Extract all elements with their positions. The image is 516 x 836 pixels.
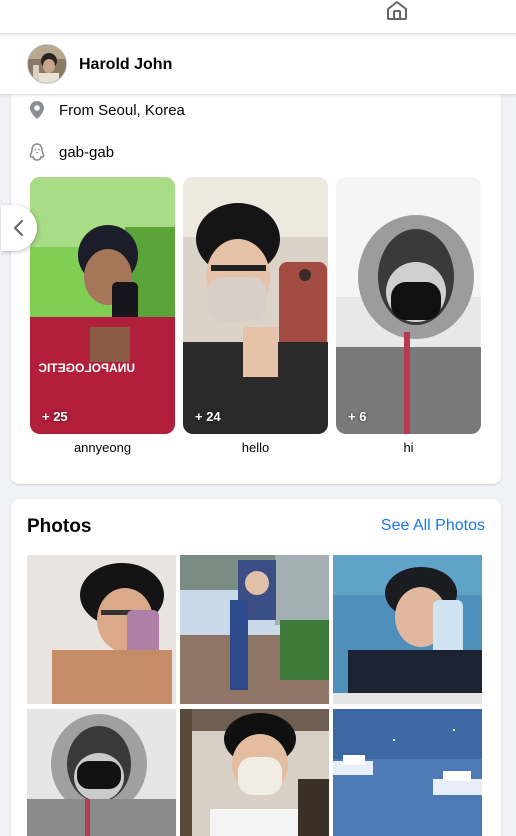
profile-header: Harold John xyxy=(0,36,516,95)
chevron-left-icon xyxy=(13,219,24,237)
photo-thumbnail[interactable] xyxy=(180,709,329,836)
location-prefix: From xyxy=(59,101,99,119)
highlight-item[interactable]: + 24 hello xyxy=(183,177,328,455)
highlight-label: annyeong xyxy=(73,440,132,455)
highlight-item[interactable]: UNAPOLOGETIC + 25 annyeong xyxy=(30,177,175,455)
highlight-count: + 6 xyxy=(348,409,367,424)
photo-thumbnail[interactable] xyxy=(27,555,176,704)
location-row: From Seoul, Korea xyxy=(27,100,185,120)
photo-thumbnail[interactable] xyxy=(27,709,176,836)
handle-text: gab-gab xyxy=(59,143,115,161)
home-icon[interactable] xyxy=(385,0,409,20)
highlight-label: hello xyxy=(241,440,270,455)
photo-thumbnail[interactable] xyxy=(333,709,482,836)
photo-thumbnail[interactable] xyxy=(333,555,482,704)
avatar[interactable] xyxy=(27,44,67,84)
photos-title: Photos xyxy=(27,516,92,537)
highlight-count: + 25 xyxy=(42,409,68,424)
penguin-icon xyxy=(29,143,45,161)
highlight-count: + 24 xyxy=(195,409,221,424)
svg-text:UNAPOLOGETIC: UNAPOLOGETIC xyxy=(38,361,135,375)
photos-card: Photos See All Photos xyxy=(11,499,501,836)
location-pin-icon xyxy=(30,101,44,119)
see-all-photos-link[interactable]: See All Photos xyxy=(381,517,485,535)
highlight-item[interactable]: + 6 hi xyxy=(336,177,481,455)
profile-name[interactable]: Harold John xyxy=(79,56,172,74)
highlight-thumbnail[interactable]: + 24 xyxy=(183,177,328,434)
handle-row: gab-gab xyxy=(27,142,114,162)
highlight-label: hi xyxy=(403,440,414,455)
highlight-thumbnail[interactable]: + 6 xyxy=(336,177,481,434)
location-place[interactable]: Seoul, Korea xyxy=(98,102,185,119)
photo-thumbnail[interactable] xyxy=(180,555,329,704)
top-nav-bar xyxy=(0,0,516,34)
highlight-thumbnail[interactable]: UNAPOLOGETIC + 25 xyxy=(30,177,175,434)
intro-card: From Seoul, Korea gab-gab UNAPOLOGETIC +… xyxy=(11,88,501,484)
highlights-carousel: UNAPOLOGETIC + 25 annyeong + 24 hello + … xyxy=(30,177,482,457)
